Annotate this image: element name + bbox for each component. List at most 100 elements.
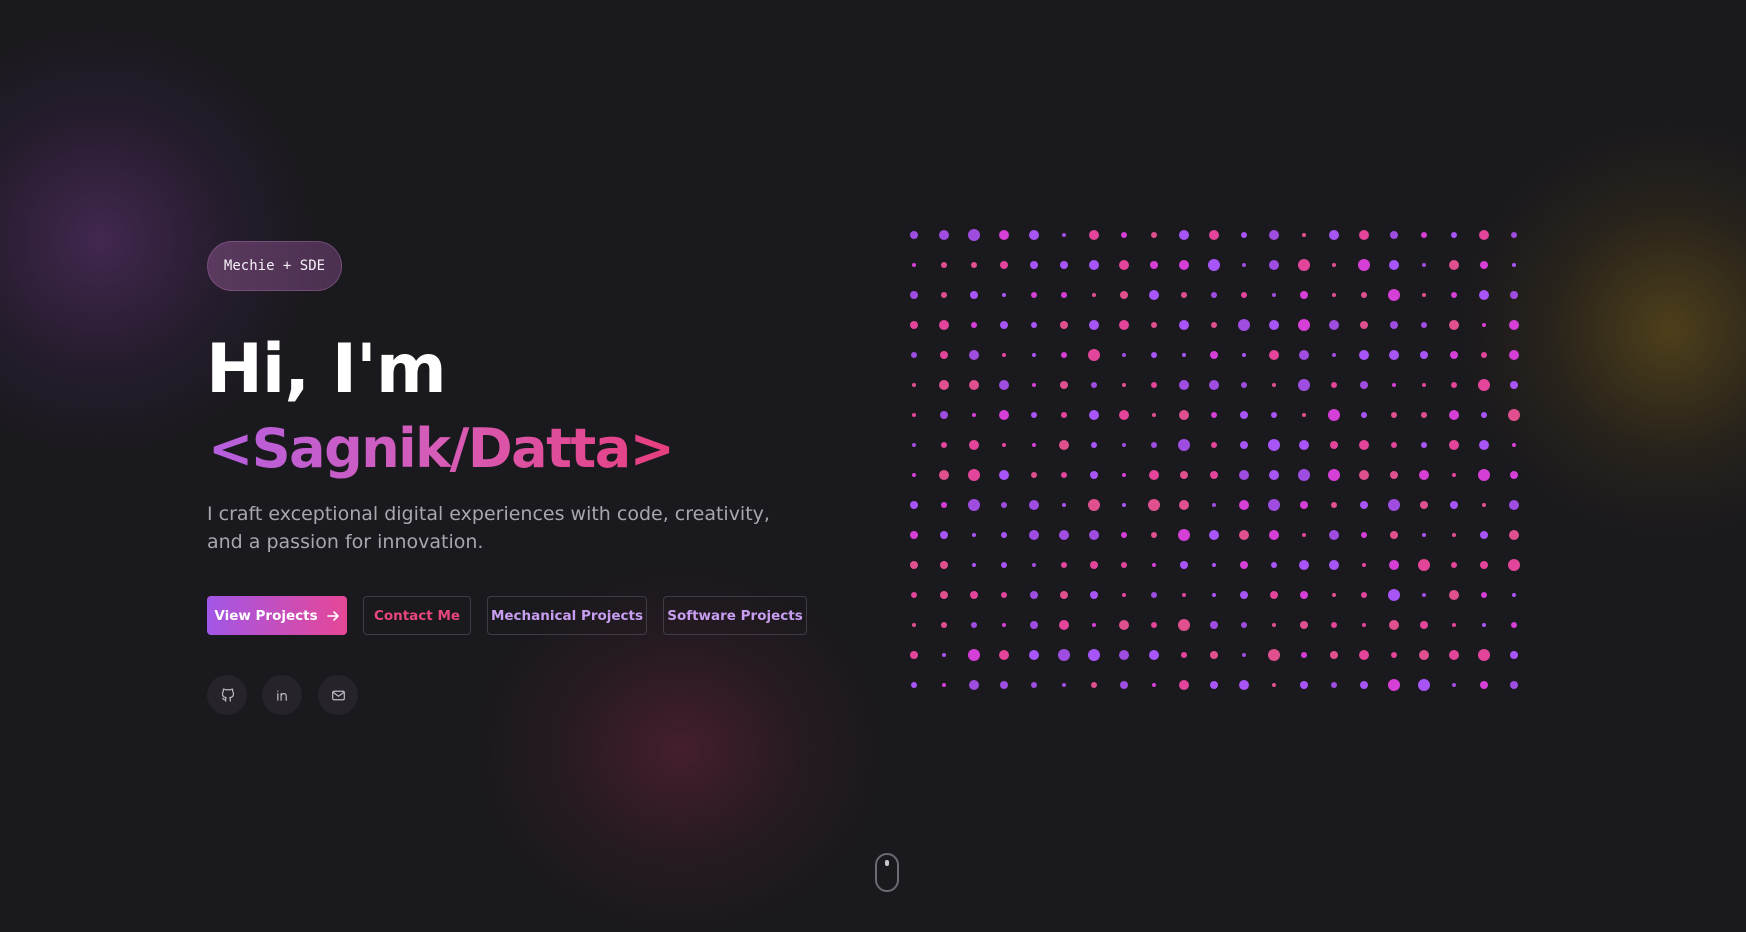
grid-dot (1212, 563, 1216, 567)
grid-dot (1272, 683, 1276, 687)
grid-dot (1059, 530, 1069, 540)
grid-dot (1210, 621, 1218, 629)
grid-dot (1328, 469, 1340, 481)
grid-dot (1239, 680, 1249, 690)
grid-dot (1211, 322, 1217, 328)
grid-dot (942, 683, 946, 687)
grid-dot (1389, 560, 1399, 570)
grid-dot (1210, 681, 1218, 689)
grid-dot (1030, 261, 1038, 269)
grid-dot (1151, 232, 1157, 238)
grid-dot (1060, 261, 1068, 269)
grid-dot (1390, 231, 1398, 239)
grid-dot (1238, 319, 1250, 331)
grid-dot (912, 383, 916, 387)
grid-dot (1298, 259, 1310, 271)
grid-dot (911, 352, 917, 358)
grid-dot (1122, 383, 1126, 387)
grid-dot (1331, 622, 1337, 628)
grid-dot (1152, 683, 1156, 687)
grid-dot (1388, 499, 1400, 511)
grid-dot (1480, 561, 1488, 569)
grid-dot (1422, 383, 1426, 387)
grid-dot (1002, 353, 1006, 357)
grid-dot (1241, 292, 1247, 298)
mouse-scroll-icon[interactable] (875, 853, 899, 892)
grid-dot (1272, 623, 1276, 627)
grid-dot (1299, 560, 1309, 570)
grid-dot (1331, 682, 1337, 688)
grid-dot (1241, 622, 1247, 628)
grid-dot (1359, 650, 1369, 660)
grid-dot (1179, 680, 1189, 690)
grid-dot (1062, 233, 1066, 237)
grid-dot (1269, 260, 1279, 270)
grid-dot (1182, 593, 1186, 597)
grid-dot (1121, 562, 1127, 568)
grid-dot (1331, 502, 1337, 508)
grid-dot (1179, 500, 1189, 510)
grid-dot (1240, 591, 1248, 599)
grid-dot (1451, 382, 1457, 388)
grid-dot (1001, 562, 1007, 568)
grid-dot (1059, 440, 1069, 450)
grid-dot (1062, 503, 1066, 507)
grid-dot (972, 413, 976, 417)
grid-dot (1209, 530, 1219, 540)
grid-dot (1421, 412, 1427, 418)
grid-dot (1210, 471, 1218, 479)
grid-dot (1091, 382, 1097, 388)
grid-dot (1089, 320, 1099, 330)
grid-dot (1420, 351, 1428, 359)
grid-dot (1179, 260, 1189, 270)
grid-dot (1001, 592, 1007, 598)
grid-dot (1361, 532, 1367, 538)
grid-dot (1422, 293, 1426, 297)
grid-dot (1450, 501, 1458, 509)
grid-dot (972, 563, 976, 567)
grid-dot (1120, 291, 1128, 299)
grid-dot (1391, 412, 1397, 418)
grid-dot (1178, 619, 1190, 631)
grid-dot (1451, 562, 1457, 568)
grid-dot (1120, 681, 1128, 689)
grid-dot (1031, 472, 1037, 478)
grid-dot (1361, 292, 1367, 298)
grid-dot (1060, 381, 1068, 389)
grid-dot (912, 443, 916, 447)
grid-dot (1269, 320, 1279, 330)
grid-dot (1210, 651, 1218, 659)
grid-dot (1449, 260, 1459, 270)
grid-dot (1062, 683, 1066, 687)
grid-dot (1031, 322, 1037, 328)
grid-dot (1002, 443, 1006, 447)
grid-dot (1481, 412, 1487, 418)
grid-dot (999, 410, 1009, 420)
grid-dot (942, 653, 946, 657)
grid-dot (1510, 681, 1518, 689)
grid-dot (1179, 380, 1189, 390)
grid-dot (1058, 649, 1070, 661)
grid-dot (1090, 561, 1098, 569)
grid-dot (1481, 592, 1487, 598)
grid-dot (1451, 232, 1457, 238)
grid-dot (1000, 681, 1008, 689)
grid-dot (1031, 412, 1037, 418)
grid-dot (910, 501, 918, 509)
grid-dot (1029, 500, 1039, 510)
grid-dot (1388, 679, 1400, 691)
grid-dot (939, 470, 949, 480)
grid-dot (1419, 650, 1429, 660)
grid-dot (1298, 319, 1310, 331)
grid-dot (1031, 682, 1037, 688)
grid-dot (1480, 261, 1488, 269)
grid-dot (1119, 260, 1129, 270)
grid-dot (1179, 320, 1189, 330)
grid-dot (1212, 593, 1216, 597)
grid-dot (910, 291, 918, 299)
grid-dot (1152, 563, 1156, 567)
grid-dot (1449, 320, 1459, 330)
grid-dot (1091, 682, 1097, 688)
grid-dot (940, 531, 948, 539)
grid-dot (1359, 230, 1369, 240)
